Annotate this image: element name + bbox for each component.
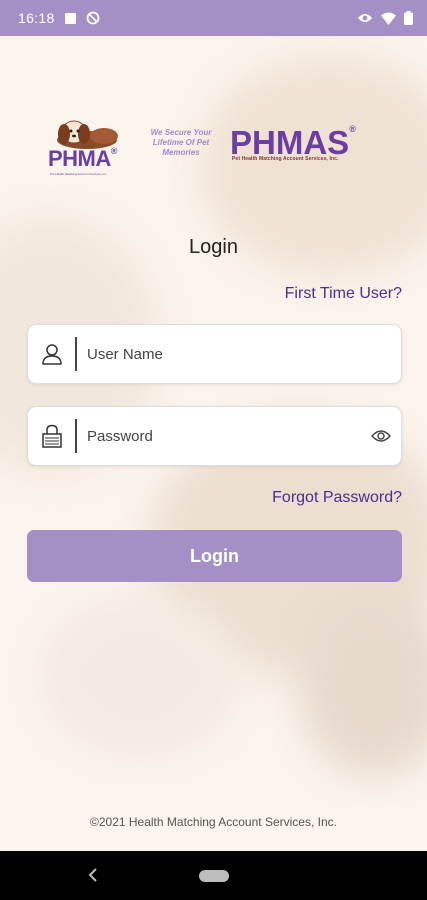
phma-logo-text: PHMA® <box>48 146 117 171</box>
brand-logo: PHMA® Pet Health Matching Account Servic… <box>46 118 382 208</box>
forgot-password-link[interactable]: Forgot Password? <box>272 489 402 507</box>
status-bar: 16:18 <box>0 0 427 36</box>
eye-status-icon <box>358 14 372 22</box>
username-field[interactable] <box>27 324 402 384</box>
lock-icon <box>28 424 72 448</box>
square-notification-icon <box>64 12 76 24</box>
battery-icon <box>404 11 413 25</box>
password-input[interactable] <box>87 427 361 445</box>
back-chevron-icon[interactable] <box>88 867 98 883</box>
show-password-eye-icon[interactable] <box>361 429 401 443</box>
user-icon <box>28 343 72 365</box>
status-time: 16:18 <box>18 10 55 26</box>
status-left: 16:18 <box>18 10 100 26</box>
field-divider <box>75 337 77 371</box>
navigation-bar <box>0 851 427 900</box>
password-field[interactable] <box>27 406 402 466</box>
phmas-logo-subtitle: Pet Health Matching Account Services, In… <box>232 156 339 162</box>
username-input[interactable] <box>87 345 401 363</box>
status-right <box>357 11 413 25</box>
phma-logo-subtitle: Pet Health Matching Account Services, In… <box>50 172 108 176</box>
home-pill-button[interactable] <box>198 869 229 882</box>
page-title: Login <box>189 236 238 258</box>
login-screen: PHMA® Pet Health Matching Account Servic… <box>0 36 427 851</box>
copyright-footer: ©2021 Health Matching Account Services, … <box>90 815 337 829</box>
logo-tagline: We Secure Your Lifetime Of Pet Memories <box>150 128 212 157</box>
first-time-user-link[interactable]: First Time User? <box>285 285 402 303</box>
login-button[interactable]: Login <box>27 530 402 582</box>
field-divider <box>75 419 77 453</box>
no-sign-icon <box>86 11 99 25</box>
wifi-icon <box>381 12 396 25</box>
